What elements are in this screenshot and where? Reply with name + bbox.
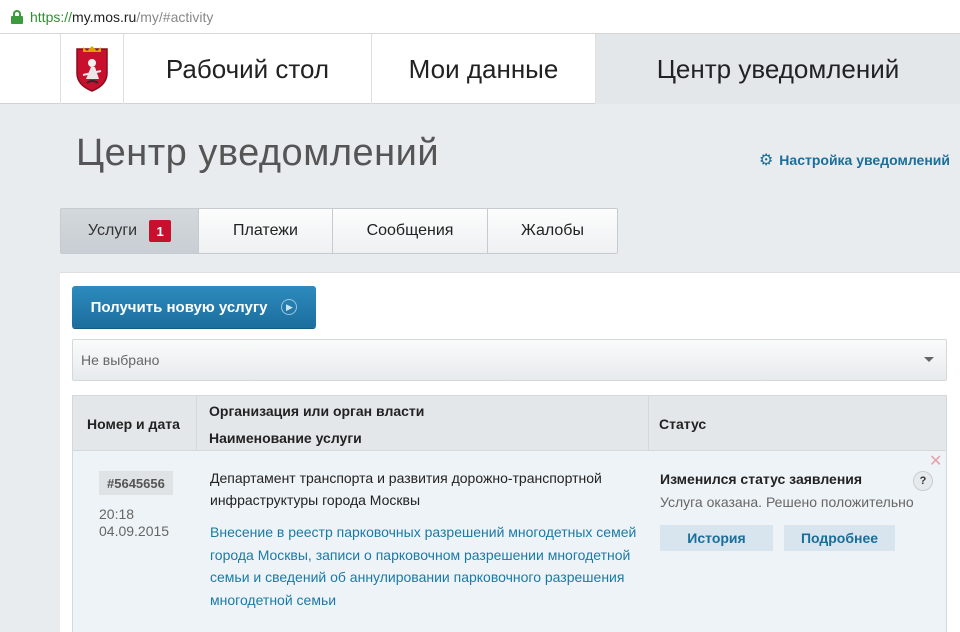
table-header: Номер и дата Организация или орган власт… [72,395,947,452]
table-row: #5645656 20:18 04.09.2015 Департамент тр… [72,451,947,632]
services-panel: Получить новую услугу ▶ Не выбрано Номер… [60,272,960,632]
header-number-date: Номер и дата [87,416,180,432]
category-tabs: Услуги 1 Платежи Сообщения Жалобы [60,208,618,254]
nav-my-data[interactable]: Мои данные [372,34,596,104]
close-icon[interactable]: ✕ [929,451,942,471]
top-navigation: Рабочий стол Мои данные Центр уведомлени… [0,34,960,104]
notification-settings-label: Настройка уведомлений [779,152,950,168]
get-new-service-button[interactable]: Получить новую услугу ▶ [72,286,316,328]
status-description: Услуга оказана. Решено положительно [660,494,914,510]
tab-complaints[interactable]: Жалобы [488,209,617,253]
url-host: my.mos.ru [72,8,137,25]
help-icon[interactable]: ? [913,471,933,491]
organization-name: Департамент транспорта и развития дорожн… [210,470,602,508]
request-date: 04.09.2015 [99,523,170,539]
history-button[interactable]: История [660,525,773,551]
logo[interactable] [60,34,124,104]
header-organization: Организация или орган власти [209,403,425,419]
tab-services-label: Услуги [87,222,138,239]
get-new-service-label: Получить новую услугу [90,298,268,316]
request-number[interactable]: #5645656 [99,471,173,495]
url-path: /my/#activity [136,8,214,25]
header-status: Статус [659,416,707,432]
browser-url-bar[interactable]: https:// my.mos.ru /my/#activity [0,0,960,34]
services-count-badge: 1 [149,220,172,242]
tab-payments[interactable]: Платежи [199,209,333,253]
lock-icon [10,9,24,24]
status-title: Изменился статус заявления [660,471,863,487]
service-name-link[interactable]: Внесение в реестр парковочных разрешений… [210,521,640,611]
url-scheme: https:// [30,8,73,25]
service-filter-value: Не выбрано [81,352,160,368]
nav-notification-center[interactable]: Центр уведомлений [596,34,960,104]
request-time: 20:18 [99,506,135,522]
notification-settings-link[interactable]: ⚙ Настройка уведомлений [759,150,950,170]
gear-icon: ⚙ [758,152,774,169]
services-table: Номер и дата Организация или орган власт… [72,395,947,632]
nav-desktop[interactable]: Рабочий стол [124,34,372,104]
header-service-name: Наименование услуги [209,430,362,446]
tab-messages[interactable]: Сообщения [333,209,488,253]
chevron-down-icon [924,357,934,362]
moscow-coat-of-arms-icon [76,46,108,92]
tab-services[interactable]: Услуги 1 [61,209,199,253]
service-filter-select[interactable]: Не выбрано [72,339,947,381]
details-button[interactable]: Подробнее [784,525,895,551]
arrow-circle-icon: ▶ [281,299,298,315]
page-title: Центр уведомлений [76,132,440,174]
